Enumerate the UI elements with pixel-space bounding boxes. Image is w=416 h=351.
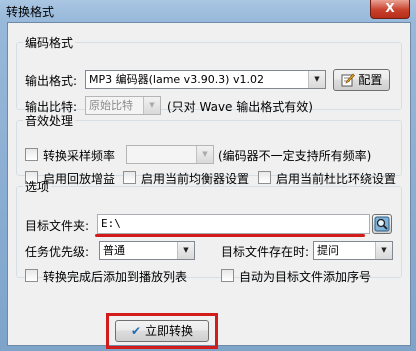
target-folder-input[interactable]: E:\ (97, 214, 370, 234)
effects-group-title: 音效处理 (25, 114, 74, 128)
resample-checkbox[interactable] (25, 148, 38, 161)
chevron-down-icon: ▼ (177, 242, 194, 259)
bitrate-value: 原始比特 (89, 99, 133, 112)
priority-value: 普通 (103, 244, 125, 257)
auto-number-label: 自动为目标文件添加序号 (239, 270, 372, 284)
dialog-body: 编码格式 输出格式: MP3 编码器(lame v3.90.3) v1.02 ▼… (7, 22, 411, 349)
checkmark-icon: ✔ (131, 324, 142, 338)
convert-format-window: 转换格式 X 编码格式 输出格式: MP3 编码器(lame v3.90.3) … (0, 0, 416, 351)
annotation-underline (95, 234, 365, 237)
window-title: 转换格式 (6, 5, 55, 19)
exists-value: 提问 (317, 244, 339, 257)
resample-label: 转换采样频率 (43, 149, 116, 163)
output-format-value: MP3 编码器(lame v3.90.3) v1.02 (89, 73, 264, 86)
resample-note: (编码器不一定支持所有频率) (218, 149, 372, 163)
auto-number-checkbox[interactable] (221, 269, 234, 282)
target-folder-label: 目标文件夹: (25, 219, 90, 233)
chevron-down-icon: ▼ (375, 242, 392, 259)
add-playlist-label: 转换完成后添加到播放列表 (43, 270, 188, 284)
chevron-down-icon: ▼ (308, 71, 325, 88)
effects-group: 音效处理 转换采样频率 ▼ (编码器不一定支持所有频率) 启用回放增益 启用当前… (16, 112, 402, 186)
options-group: 选项 目标文件夹: E:\ 任务优先级: 普通 ▼ 目标文件存在时: 提问 ▼ (16, 178, 402, 284)
convert-now-label: 立即转换 (144, 324, 193, 338)
chevron-down-icon: ▼ (196, 146, 213, 163)
convert-now-button[interactable]: ✔ 立即转换 (115, 320, 209, 342)
priority-label: 任务优先级: (25, 245, 90, 259)
browse-folder-icon (374, 216, 390, 232)
resample-select[interactable]: ▼ (126, 145, 214, 164)
exists-select[interactable]: 提问 ▼ (313, 241, 393, 260)
encoding-group-title: 编码格式 (25, 36, 74, 50)
edit-config-icon (341, 73, 355, 87)
title-bar[interactable]: 转换格式 X (0, 0, 416, 22)
priority-select[interactable]: 普通 ▼ (99, 241, 195, 260)
add-playlist-checkbox[interactable] (25, 269, 38, 282)
browse-folder-button[interactable] (372, 214, 392, 234)
encoding-group: 编码格式 输出格式: MP3 编码器(lame v3.90.3) v1.02 ▼… (16, 34, 402, 115)
output-format-select[interactable]: MP3 编码器(lame v3.90.3) v1.02 ▼ (85, 70, 326, 89)
config-button[interactable]: 配置 (333, 69, 390, 91)
output-format-label: 输出格式: (25, 74, 78, 88)
close-button[interactable]: X (370, 0, 410, 19)
exists-label: 目标文件存在时: (221, 245, 310, 259)
config-button-label: 配置 (358, 73, 383, 87)
options-group-title: 选项 (25, 180, 50, 194)
